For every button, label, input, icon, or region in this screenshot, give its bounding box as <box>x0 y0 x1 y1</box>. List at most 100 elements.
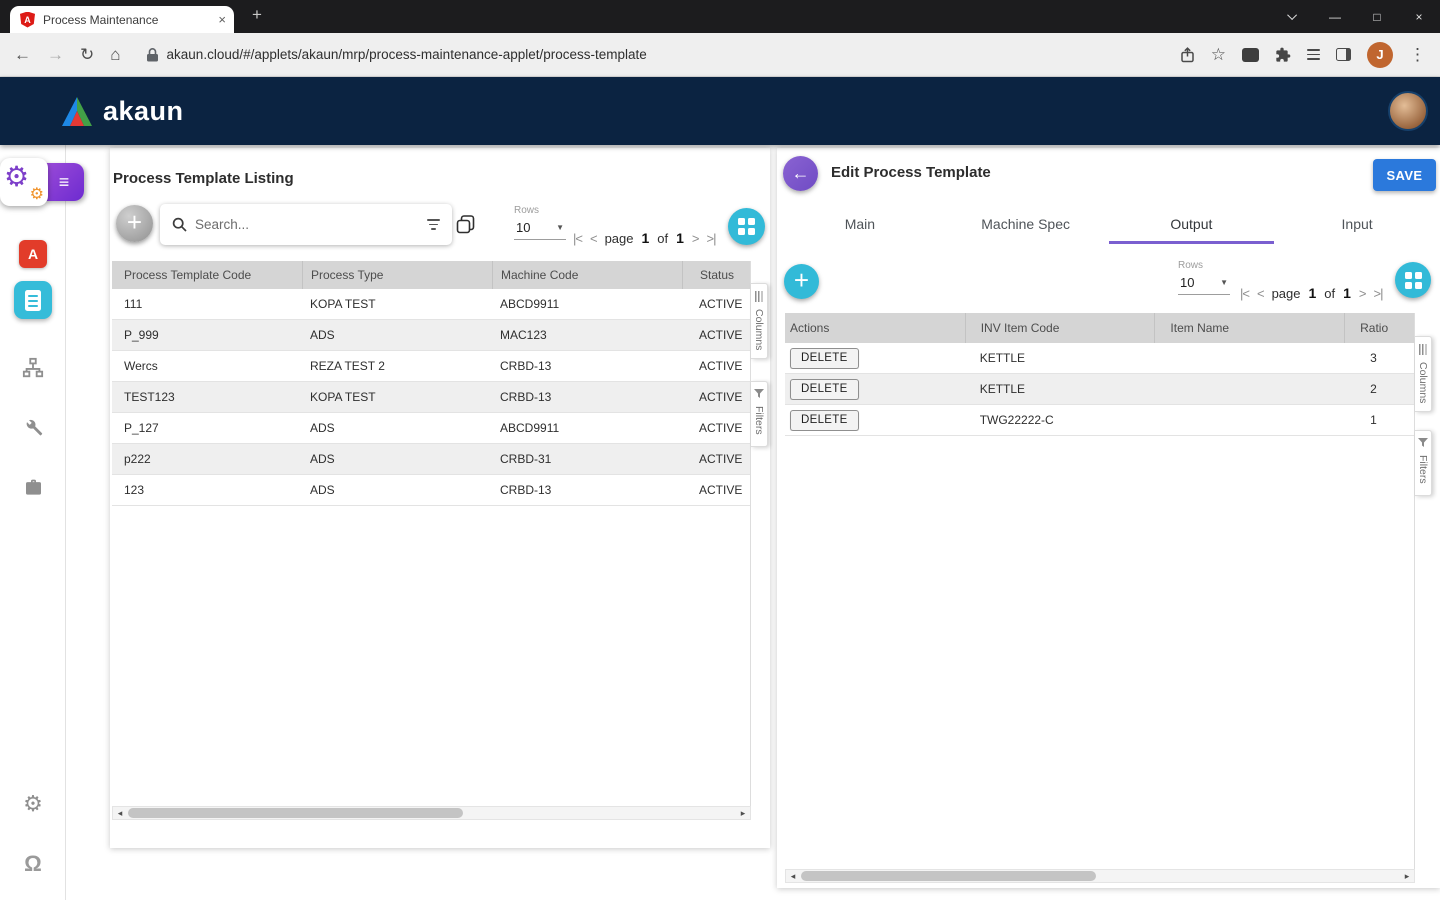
columns-side-tab[interactable]: Columns <box>1415 336 1432 412</box>
column-header-process-template-code[interactable]: Process Template Code <box>112 261 302 289</box>
last-page-button[interactable]: >| <box>1374 286 1383 301</box>
reading-list-icon[interactable] <box>1307 49 1320 59</box>
window-close-button[interactable]: × <box>1398 0 1440 33</box>
extension-dark-icon[interactable] <box>1242 48 1259 62</box>
address-bar[interactable]: akaun.cloud/#/applets/akaun/mrp/process-… <box>137 40 1164 70</box>
column-header-actions[interactable]: Actions <box>785 313 965 343</box>
total-pages: 1 <box>1343 285 1351 301</box>
tab-output[interactable]: Output <box>1109 206 1275 244</box>
pagination: |< < page 1 of 1 > >| <box>1240 285 1382 301</box>
browser-reload-icon[interactable]: ↻ <box>80 45 94 65</box>
sidebar-item-workflow[interactable] <box>0 357 66 379</box>
window-maximize-button[interactable]: □ <box>1356 0 1398 33</box>
last-page-button[interactable]: >| <box>707 231 716 246</box>
applet-switcher[interactable]: ⚙ ⚙ ≡ <box>0 158 84 206</box>
browser-back-icon[interactable]: ← <box>14 45 31 65</box>
filters-side-tab[interactable]: Filters <box>1415 430 1432 496</box>
grid-view-button[interactable] <box>728 208 765 245</box>
filters-side-tab[interactable]: Filters <box>751 381 768 447</box>
column-header-ratio[interactable]: Ratio <box>1344 313 1414 343</box>
rows-select[interactable]: 10 ▼ <box>514 220 566 240</box>
add-template-button[interactable]: + <box>116 205 153 242</box>
scroll-left-icon[interactable]: ◂ <box>113 808 127 819</box>
user-avatar[interactable] <box>1388 91 1428 131</box>
grid-view-button[interactable] <box>1395 262 1431 298</box>
scroll-right-icon[interactable]: ▸ <box>736 808 750 819</box>
back-button[interactable]: ← <box>783 156 818 191</box>
window-minimize-button[interactable]: — <box>1314 0 1356 33</box>
akaun-triangle-icon <box>60 97 94 126</box>
first-page-button[interactable]: |< <box>1240 286 1249 301</box>
column-header-item-name[interactable]: Item Name <box>1154 313 1344 343</box>
delete-button[interactable]: DELETE <box>790 410 859 431</box>
table-row[interactable]: P_127ADSABCD9911ACTIVE <box>112 413 750 444</box>
tab-main[interactable]: Main <box>777 206 943 244</box>
browser-home-icon[interactable]: ⌂ <box>110 45 120 65</box>
sidebar-item-settings[interactable]: ⚙ <box>0 793 66 815</box>
plus-icon: + <box>127 209 142 235</box>
table-row[interactable]: P_999ADSMAC123ACTIVE <box>112 320 750 351</box>
scroll-left-icon[interactable]: ◂ <box>786 871 800 882</box>
delete-button[interactable]: DELETE <box>790 379 859 400</box>
tab-input[interactable]: Input <box>1274 206 1440 244</box>
table-row[interactable]: p222ADSCRBD-31ACTIVE <box>112 444 750 475</box>
scrollbar-thumb[interactable] <box>801 871 1096 881</box>
next-page-button[interactable]: > <box>692 231 699 246</box>
table-row[interactable]: WercsREZA TEST 2CRBD-13ACTIVE <box>112 351 750 382</box>
table-row[interactable]: 111KOPA TESTABCD9911ACTIVE <box>112 289 750 320</box>
cell-status: ACTIVE <box>682 390 749 404</box>
cell-process-type: ADS <box>302 328 492 342</box>
browser-tab[interactable]: A Process Maintenance × <box>10 6 234 33</box>
bookmark-star-icon[interactable]: ☆ <box>1211 45 1226 65</box>
sidebar-item-tools[interactable] <box>0 417 66 437</box>
detail-tabs: Main Machine Spec Output Input <box>777 206 1440 244</box>
table-row[interactable]: DELETEKETTLE2 <box>785 374 1414 405</box>
browser-forward-icon[interactable]: → <box>47 45 64 65</box>
search-input[interactable] <box>195 217 419 232</box>
prev-page-button[interactable]: < <box>590 231 597 246</box>
new-tab-button[interactable]: + <box>252 5 262 25</box>
column-header-inv-item-code[interactable]: INV Item Code <box>965 313 1155 343</box>
edit-process-template-panel: ← Edit Process Template SAVE Main Machin… <box>777 148 1440 888</box>
columns-side-tab[interactable]: Columns <box>751 283 768 359</box>
sidebar-item-pdf[interactable]: A <box>0 240 66 268</box>
scrollbar-thumb[interactable] <box>128 808 463 818</box>
sidebar-item-jobs[interactable] <box>0 478 66 498</box>
delete-button[interactable]: DELETE <box>790 348 859 369</box>
filter-icon[interactable] <box>427 219 440 229</box>
add-output-item-button[interactable]: + <box>784 264 819 299</box>
next-page-button[interactable]: > <box>1359 286 1366 301</box>
table-row[interactable]: 123ADSCRBD-13ACTIVE <box>112 475 750 506</box>
columns-tab-label: Columns <box>753 309 765 350</box>
process-template-table: Process Template Code Process Type Machi… <box>112 261 751 806</box>
column-header-process-type[interactable]: Process Type <box>302 261 492 289</box>
chevron-down-icon: ▼ <box>556 223 564 232</box>
browser-profile-avatar[interactable]: J <box>1367 42 1393 68</box>
applet-drawer-toggle[interactable]: ≡ <box>44 163 84 201</box>
table-row[interactable]: DELETETWG22222-C1 <box>785 405 1414 436</box>
prev-page-button[interactable]: < <box>1257 286 1264 301</box>
cell-process-type: ADS <box>302 421 492 435</box>
tab-machine-spec[interactable]: Machine Spec <box>943 206 1109 244</box>
extensions-puzzle-icon[interactable] <box>1275 47 1291 63</box>
browser-menu-kebab-icon[interactable]: ⋮ <box>1409 45 1426 65</box>
save-button[interactable]: SAVE <box>1373 159 1436 191</box>
window-chevron-icon[interactable] <box>1272 0 1314 33</box>
akaun-logo[interactable]: akaun <box>60 96 184 127</box>
table-row[interactable]: TEST123KOPA TESTCRBD-13ACTIVE <box>112 382 750 413</box>
first-page-button[interactable]: |< <box>573 231 582 246</box>
tab-close-icon[interactable]: × <box>218 12 226 27</box>
column-header-status[interactable]: Status <box>682 261 749 289</box>
table-row[interactable]: DELETEKETTLE3 <box>785 343 1414 374</box>
horizontal-scrollbar[interactable]: ◂ ▸ <box>112 806 751 820</box>
rows-select[interactable]: 10 ▼ <box>1178 275 1230 295</box>
sidebar-item-process-template[interactable] <box>0 281 66 319</box>
column-header-machine-code[interactable]: Machine Code <box>492 261 682 289</box>
scroll-right-icon[interactable]: ▸ <box>1400 871 1414 882</box>
side-panel-icon[interactable] <box>1336 48 1351 61</box>
table-header-row: Process Template Code Process Type Machi… <box>112 261 750 289</box>
sidebar-item-support[interactable]: Ω <box>0 853 66 875</box>
share-icon[interactable] <box>1180 47 1195 63</box>
horizontal-scrollbar[interactable]: ◂ ▸ <box>785 869 1415 883</box>
copy-icon[interactable] <box>455 214 476 240</box>
